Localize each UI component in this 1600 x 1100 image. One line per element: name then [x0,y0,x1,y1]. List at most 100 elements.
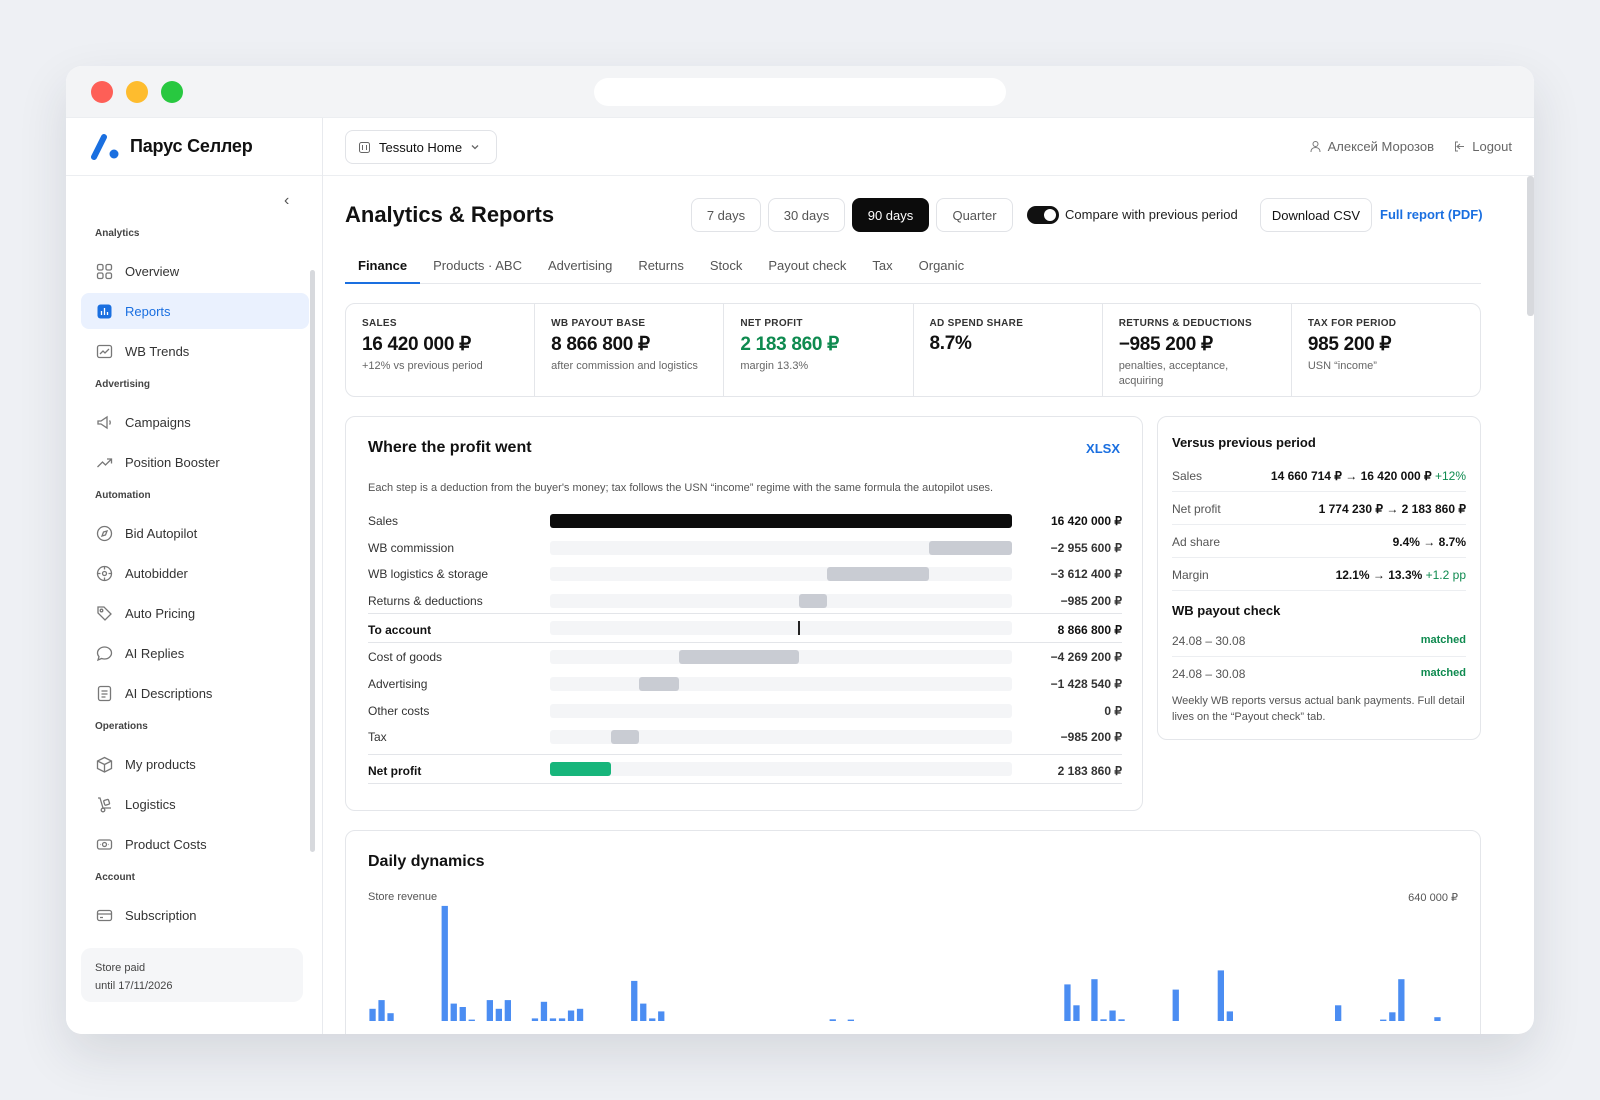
daily-title: Daily dynamics [368,853,485,870]
period-30-days[interactable]: 30 days [768,198,845,232]
revenue-bar [1398,979,1405,1021]
versus-title: Versus previous period [1172,435,1316,450]
versus-row-ad-share: Ad share 9.4% → 8.7% [1172,525,1466,558]
trend-card-icon [96,344,113,358]
download-csv-button[interactable]: Download CSV [1260,198,1372,232]
waterfall-value: −1 428 540 ₽ [1050,676,1122,691]
compass-icon [96,525,113,541]
sidebar-item-logistics[interactable]: Logistics [81,786,309,822]
collapse-sidebar-icon[interactable]: ‹ [284,192,289,210]
user-menu[interactable]: Алексей Морозов [1309,139,1434,154]
sidebar-item-my-products[interactable]: My products [81,746,309,782]
tab-tax[interactable]: Tax [859,248,905,284]
revenue-bar [847,1019,854,1021]
tab-organic[interactable]: Organic [906,248,978,284]
sidebar-item-bid-autopilot[interactable]: Bid Autopilot [81,515,309,551]
kpi-value: 985 200 ₽ [1307,334,1392,355]
waterfall-value: −3 612 400 ₽ [1050,567,1122,582]
sidebar-item-auto-pricing[interactable]: Auto Pricing [81,595,309,631]
sidebar-item-reports[interactable]: Reports [81,293,309,329]
sidebar-section-title: Automation [95,490,151,501]
payout-period: 24.08 – 30.08 [1172,667,1246,681]
sidebar-item-subscription[interactable]: Subscription [81,897,309,933]
tab-returns[interactable]: Returns [625,248,697,284]
top-bar: Tessuto Home Алексей Морозов Logout [323,118,1534,176]
waterfall-row-tax: Tax −985 200 ₽ [368,723,1122,750]
sidebar-item-ai-descriptions[interactable]: AI Descriptions [81,675,309,711]
logout-button[interactable]: Logout [1453,139,1512,154]
waterfall-table: Sales 16 420 000 ₽ WB commission −2 955 600… [368,507,1122,784]
sidebar-item-label: AI Replies [125,645,185,661]
minimize-window-dot[interactable] [126,81,148,103]
brand-logo[interactable]: Парус Селлер [66,118,322,176]
store-icon [359,141,370,153]
sidebar-item-product-costs[interactable]: Product Costs [81,826,309,862]
maximize-window-dot[interactable] [161,81,183,103]
full-report-link[interactable]: Full report (PDF) [1380,207,1483,222]
payout-status-badge: matched [1420,634,1466,646]
waterfall-track [550,540,1012,555]
document-icon [97,685,112,701]
kpi-label: WB PAYOUT BASE [551,318,646,329]
waterfall-value: −2 955 600 ₽ [1050,540,1122,555]
waterfall-track [550,676,1012,691]
sidebar-item-ai-replies[interactable]: AI Replies [81,635,309,671]
tab-finance[interactable]: Finance [345,248,421,284]
payout-row: 24.08 – 30.08 matched [1172,657,1466,690]
revenue-bar [468,1019,475,1021]
kpi-value: 8 866 800 ₽ [551,334,650,355]
store-selector[interactable]: Tessuto Home [345,130,497,164]
period-quarter[interactable]: Quarter [936,198,1013,232]
kpi-label: SALES [362,318,397,329]
waterfall-label: Tax [368,730,387,745]
hand-truck-icon [98,796,111,812]
sidebar-item-label: Subscription [125,907,197,923]
revenue-bar [1335,1005,1342,1021]
sidebar-item-label: Autobidder [125,565,188,581]
sidebar-item-campaigns[interactable]: Campaigns [81,404,309,440]
paid-label: Store paid [95,962,146,974]
waterfall-track [550,761,1012,776]
sidebar-item-label: My products [125,756,196,772]
compare-toggle[interactable] [1027,206,1059,224]
waterfall-bar [679,650,800,665]
waterfall-label: Returns & deductions [368,593,483,608]
kpi-value: 16 420 000 ₽ [362,334,471,355]
tab-payout-check[interactable]: Payout check [755,248,859,284]
profit-waterfall-card: Where the profit went XLSX Each step is … [345,416,1143,811]
sidebar-item-autobidder[interactable]: Autobidder [81,555,309,591]
daily-revenue-chart [369,905,1441,1021]
sidebar-section-title: Analytics [95,228,140,239]
kpi-label: TAX FOR PERIOD [1307,318,1397,329]
revenue-bar [631,980,638,1021]
period-90-days[interactable]: 90 days [852,198,929,232]
sidebar-item-label: Reports [125,303,171,319]
tag-icon [97,605,112,621]
main-scrollbar[interactable] [1527,176,1534,316]
address-bar[interactable] [594,78,1006,106]
close-window-dot[interactable] [91,81,113,103]
sidebar-item-overview[interactable]: Overview [81,253,309,289]
waterfall-bar [928,540,1012,555]
export-xlsx-link[interactable]: XLSX [1086,441,1120,456]
period-7-days[interactable]: 7 days [691,198,761,232]
waterfall-value: 8 866 800 ₽ [1057,623,1122,638]
user-name: Алексей Морозов [1327,139,1434,154]
waterfall-label: WB commission [368,540,455,555]
sidebar-item-position-booster[interactable]: Position Booster [81,444,309,480]
kpi-tax-for-period: TAX FOR PERIOD 985 200 ₽ USN “income” [1292,304,1480,396]
revenue-bar [1073,1005,1080,1021]
versus-row-margin: Margin 12.1% → 13.3% +1.2 pp [1172,558,1466,591]
versus-delta: +1.2 pp [1425,568,1466,582]
sidebar-scrollbar[interactable] [310,270,315,852]
waterfall-bar [550,514,1012,528]
waterfall-description: Each step is a deduction from the buyer'… [368,482,994,494]
versus-label: Margin [1172,568,1209,582]
tab-stock[interactable]: Stock [697,248,756,284]
tab-products-abc[interactable]: Products · ABC [420,248,535,284]
sidebar-item-wb-trends[interactable]: WB Trends [81,333,309,369]
waterfall-row-cost-of-goods: Cost of goods −4 269 200 ₽ [368,643,1122,670]
payout-check-title: WB payout check [1172,603,1281,618]
tab-advertising[interactable]: Advertising [535,248,625,284]
sidebar: Парус Селлер ‹ Analytics Overview Reports W… [66,118,323,1034]
